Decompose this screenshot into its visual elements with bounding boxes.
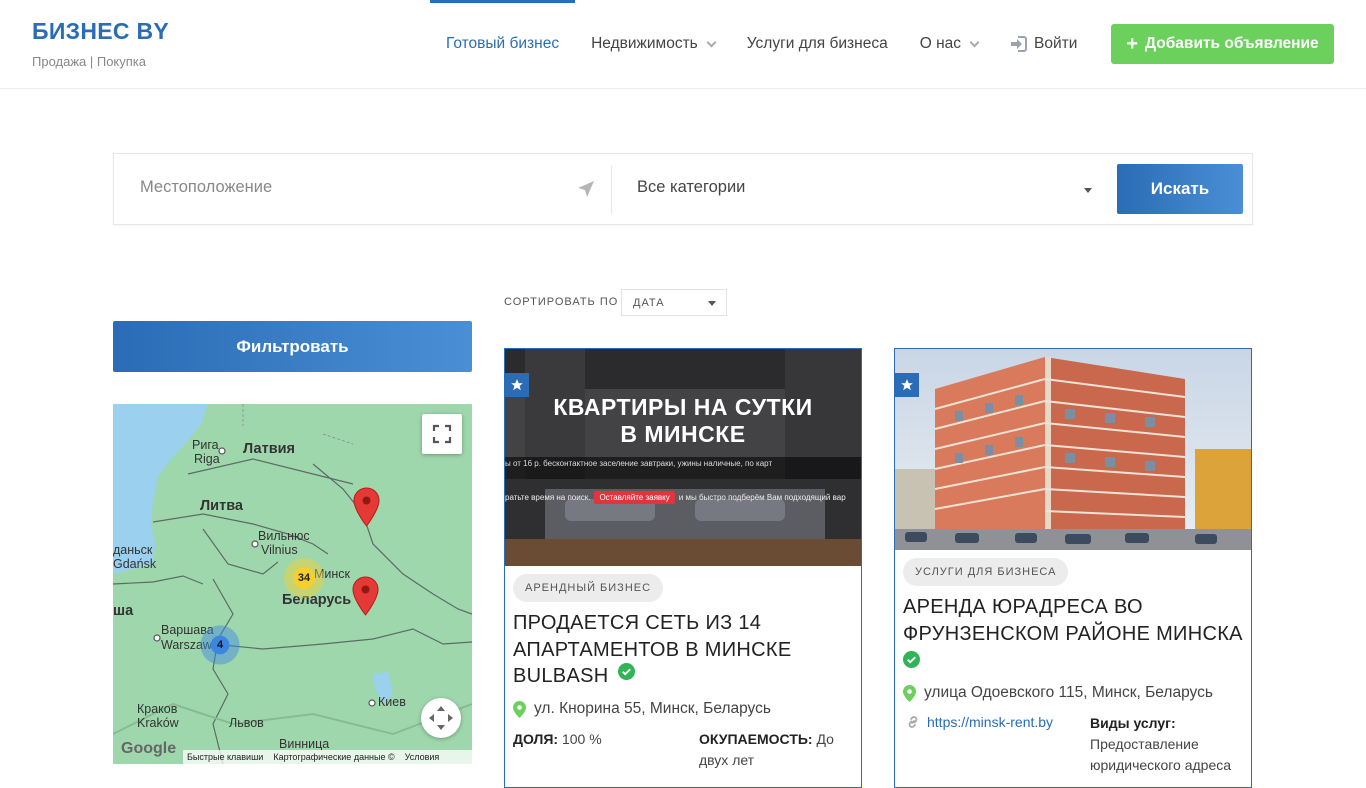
services-label: Виды услуг: [1090, 715, 1176, 731]
link-icon [908, 716, 918, 728]
banner-cta-left: ратьте время на поиск. [505, 493, 591, 502]
main-nav: Готовый бизнес Недвижимость Услуги для б… [430, 0, 1093, 88]
map-attribution: Быстрые клавиши Картографические данные … [183, 750, 472, 764]
location-input[interactable]: Местоположение [140, 178, 272, 197]
website-url[interactable]: https://minsk-rent.by [927, 714, 1053, 730]
listing-image[interactable] [895, 349, 1251, 550]
map-data-text: Картографические данные © [273, 752, 395, 762]
address-text: улица Одоевского 115, Минск, Беларусь [924, 684, 1213, 701]
banner-cta-right: и мы быстро подберём Вам подходящий вар [678, 493, 846, 502]
cluster-count: 4 [216, 639, 224, 651]
map-pin-icon[interactable] [352, 576, 379, 616]
services-info: Виды услуг: Предоставление юридического … [1090, 713, 1246, 776]
banner-line-1: КВАРТИРЫ НА СУТКИ [553, 394, 813, 420]
search-button[interactable]: Искать [1117, 164, 1243, 214]
google-logo: Google [121, 740, 177, 757]
fullscreen-button[interactable] [422, 414, 462, 454]
verified-check-icon [618, 661, 636, 688]
add-listing-button[interactable]: + Добавить объявление [1111, 24, 1334, 64]
listing-image[interactable]: КВАРТИРЫ НА СУТКИ В МИНСКЕ ы от 16 р. бе… [505, 349, 861, 566]
verified-check-icon [903, 649, 1243, 676]
listing-title[interactable]: ПРОДАЕТСЯ СЕТЬ ИЗ 14 АПАРТАМЕНТОВ В МИНС… [513, 610, 853, 690]
nav-label: Услуги для бизнеса [746, 35, 888, 52]
nav-about[interactable]: О нас [904, 0, 994, 88]
payback-label: ОКУПАЕМОСТЬ: [699, 731, 813, 747]
sort-value: ДАТА [633, 297, 665, 309]
listing-address: ул. Кнорина 55, Минск, Беларусь [513, 700, 771, 718]
featured-star-icon [895, 373, 919, 397]
logo-brand[interactable]: БИЗНЕС BY [32, 18, 169, 45]
banner-cta-row: ратьте время на поиск. Оставляйте заявку… [505, 491, 861, 504]
plus-icon: + [1126, 33, 1139, 55]
map-marker-icon [513, 700, 526, 718]
listing-title[interactable]: АРЕНДА ЮРАДРЕСА ВО ФРУНЗЕНСКОМ РАЙОНЕ МИ… [903, 594, 1243, 676]
featured-star-icon [505, 373, 529, 397]
nav-label: О нас [919, 35, 961, 52]
logo-tagline: Продажа | Покупка [32, 54, 147, 69]
services-value: Предоставление юридического адреса [1090, 736, 1232, 773]
sort-select[interactable]: ДАТА [621, 289, 727, 316]
nav-label: Недвижимость [591, 35, 698, 52]
search-bar: Местоположение Все категории Искать [113, 153, 1253, 225]
category-chip[interactable]: АРЕНДНЫЙ БИЗНЕС [513, 574, 664, 602]
category-select[interactable]: Все категории [637, 178, 745, 197]
listing-card[interactable]: УСЛУГИ ДЛЯ БИЗНЕСА АРЕНДА ЮРАДРЕСА ВО ФР… [894, 348, 1252, 788]
login-icon [1010, 36, 1027, 52]
share-value: 100 % [561, 731, 602, 747]
chevron-down-icon [706, 37, 717, 47]
map-marker-icon [903, 684, 916, 702]
listing-photo-building [895, 349, 1251, 550]
nav-label: Готовый бизнес [446, 35, 560, 52]
fullscreen-icon [432, 424, 452, 444]
banner-headline: КВАРТИРЫ НА СУТКИ В МИНСКЕ [505, 394, 861, 448]
nav-login[interactable]: Войти [994, 0, 1093, 88]
nav-real-estate[interactable]: Недвижимость [575, 0, 731, 88]
listing-title-text[interactable]: АРЕНДА ЮРАДРЕСА ВО ФРУНЗЕНСКОМ РАЙОНЕ МИ… [903, 594, 1243, 647]
map-pan-control[interactable] [421, 698, 461, 738]
category-chip[interactable]: УСЛУГИ ДЛЯ БИЗНЕСА [903, 558, 1069, 586]
nav-ready-business[interactable]: Готовый бизнес [430, 0, 576, 88]
address-text: ул. Кнорина 55, Минск, Беларусь [534, 700, 771, 717]
map-cluster-large[interactable]: 34 [284, 558, 324, 598]
banner-line-2: В МИНСКЕ [620, 421, 746, 447]
listing-photo-bedroom [505, 349, 861, 566]
website-link[interactable]: https://minsk-rent.by [905, 714, 1053, 730]
nav-business-services[interactable]: Услуги для бизнеса [731, 0, 904, 88]
move-arrows-icon [429, 706, 453, 730]
listing-address: улица Одоевского 115, Минск, Беларусь [903, 684, 1213, 702]
filter-button[interactable]: Фильтровать [113, 321, 472, 372]
share-info: ДОЛЯ: 100 % [513, 729, 602, 750]
map-terms-link[interactable]: Условия [405, 752, 440, 762]
sort-label: СОРТИРОВАТЬ ПО [504, 296, 619, 308]
caret-down-icon [1084, 188, 1092, 193]
share-label: ДОЛЯ: [513, 731, 559, 747]
nav-label: Войти [1034, 35, 1078, 52]
banner-features: ы от 16 р. бесконтактное заселение завтр… [505, 459, 773, 468]
map-pin-icon[interactable] [353, 487, 380, 527]
map-cluster-small[interactable]: 4 [200, 625, 240, 665]
cluster-count: 34 [297, 572, 311, 584]
logo[interactable]: БИЗНЕС BY Продажа | Покупка [32, 18, 169, 69]
map-shortcuts-link[interactable]: Быстрые клавиши [187, 752, 263, 762]
payback-info: ОКУПАЕМОСТЬ: До двух лет [699, 729, 859, 771]
listing-title-text[interactable]: ПРОДАЕТСЯ СЕТЬ ИЗ 14 АПАРТАМЕНТОВ В МИНС… [513, 612, 792, 687]
locate-arrow-icon[interactable] [577, 180, 595, 203]
banner-cta-button: Оставляйте заявку [594, 491, 675, 504]
site-header: БИЗНЕС BY Продажа | Покупка Готовый бизн… [0, 0, 1366, 89]
map[interactable]: Рига Riga Латвия Литва Вильнюс Vilnius д… [113, 404, 472, 764]
add-listing-label: Добавить объявление [1145, 35, 1319, 52]
search-divider [611, 166, 612, 214]
listing-card[interactable]: КВАРТИРЫ НА СУТКИ В МИНСКЕ ы от 16 р. бе… [504, 348, 862, 788]
chevron-down-icon [969, 37, 980, 47]
caret-down-icon [708, 301, 716, 306]
